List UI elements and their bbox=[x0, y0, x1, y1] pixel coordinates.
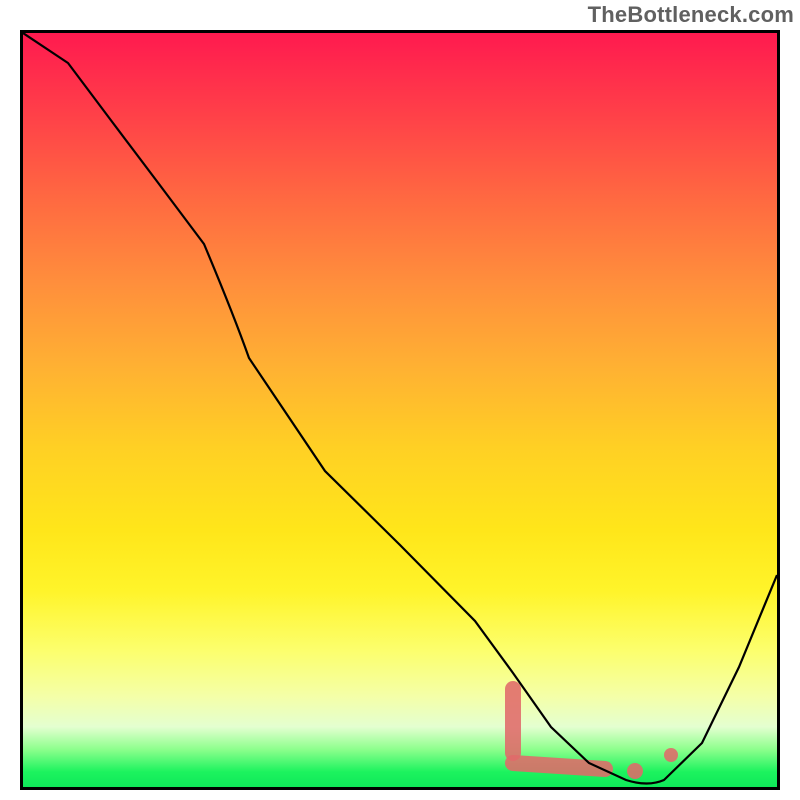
red-dot-2 bbox=[664, 748, 678, 762]
chart-svg bbox=[23, 33, 777, 787]
watermark-text: TheBottleneck.com bbox=[588, 2, 794, 28]
red-dot-1 bbox=[627, 763, 643, 779]
plot-area bbox=[20, 30, 780, 790]
bottleneck-curve bbox=[23, 33, 777, 784]
